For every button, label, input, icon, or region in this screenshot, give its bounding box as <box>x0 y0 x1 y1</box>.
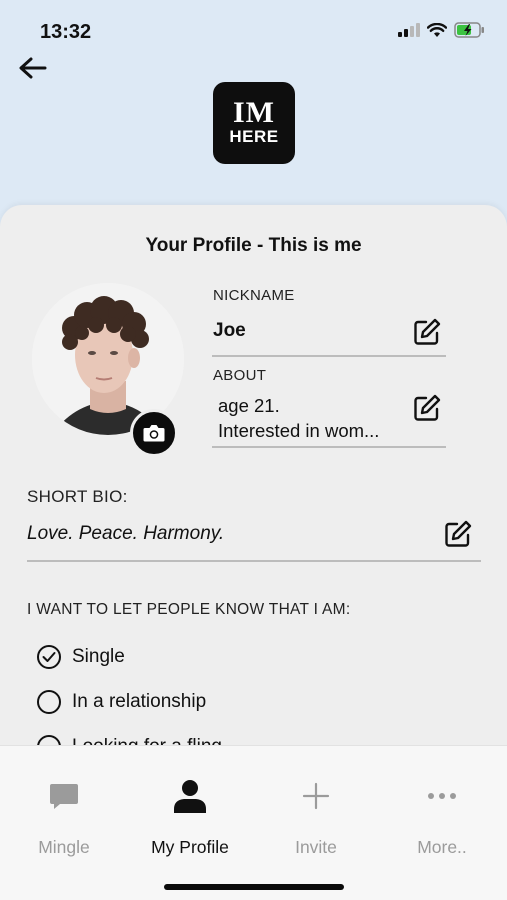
option-in-a-relationship[interactable]: In a relationship <box>37 690 206 714</box>
plus-icon <box>302 771 330 821</box>
tab-label: Mingle <box>38 837 90 857</box>
profile-card: Your Profile - This is me NICKNAME Joe A… <box>0 205 507 765</box>
edit-short-bio-button[interactable] <box>441 517 475 551</box>
person-icon <box>172 771 208 821</box>
tab-label: My Profile <box>151 837 229 857</box>
logo-text-here: HERE <box>229 127 279 146</box>
edit-icon <box>414 394 441 421</box>
tab-more[interactable]: More.. <box>379 771 505 866</box>
tab-label: Invite <box>295 837 337 857</box>
about-label: ABOUT <box>213 367 267 384</box>
about-line-2: Interested in wom... <box>218 420 380 441</box>
change-photo-button[interactable] <box>130 409 178 457</box>
page-title: Your Profile - This is me <box>145 235 362 256</box>
back-button[interactable] <box>14 50 50 86</box>
signal-icon <box>398 23 420 37</box>
tab-my-profile[interactable]: My Profile <box>127 771 253 866</box>
camera-icon <box>143 425 165 442</box>
radio-unchecked-icon <box>37 690 61 714</box>
battery-charging-icon <box>454 22 484 38</box>
option-single[interactable]: Single <box>37 645 125 669</box>
radio-checked-icon <box>37 645 61 669</box>
chat-bubble-icon <box>49 771 79 821</box>
nickname-value: Joe <box>213 320 246 341</box>
nickname-label: NICKNAME <box>213 287 295 304</box>
logo-text-im: IM <box>233 96 275 129</box>
wifi-icon <box>427 22 447 37</box>
tab-label: More.. <box>417 837 467 857</box>
edit-icon <box>445 520 472 547</box>
status-time: 13:32 <box>40 21 92 43</box>
tab-mingle[interactable]: Mingle <box>1 771 127 866</box>
about-value: age 21. Interested in wom... <box>218 393 408 443</box>
ellipsis-icon <box>427 771 457 821</box>
option-label: Single <box>72 646 125 667</box>
short-bio-label: SHORT BIO: <box>27 487 128 506</box>
status-icons <box>398 22 485 38</box>
relationship-status-heading: I WANT TO LET PEOPLE KNOW THAT I AM: <box>27 601 351 618</box>
app-logo: IM HERE <box>213 82 295 164</box>
edit-icon <box>414 318 441 345</box>
option-label: In a relationship <box>72 691 207 712</box>
home-indicator <box>164 884 344 890</box>
arrow-left-icon <box>19 57 47 79</box>
edit-about-button[interactable] <box>410 391 444 425</box>
about-divider <box>212 446 446 448</box>
short-bio-divider <box>27 560 481 562</box>
short-bio-value: Love. Peace. Harmony. <box>27 523 225 544</box>
about-line-1: age 21. <box>218 395 280 416</box>
nickname-divider <box>212 355 446 357</box>
tab-invite[interactable]: Invite <box>253 771 379 866</box>
edit-nickname-button[interactable] <box>410 315 444 349</box>
status-bar: 13:32 <box>0 0 507 56</box>
bottom-tab-bar: Mingle My Profile Invite More.. <box>0 745 507 900</box>
